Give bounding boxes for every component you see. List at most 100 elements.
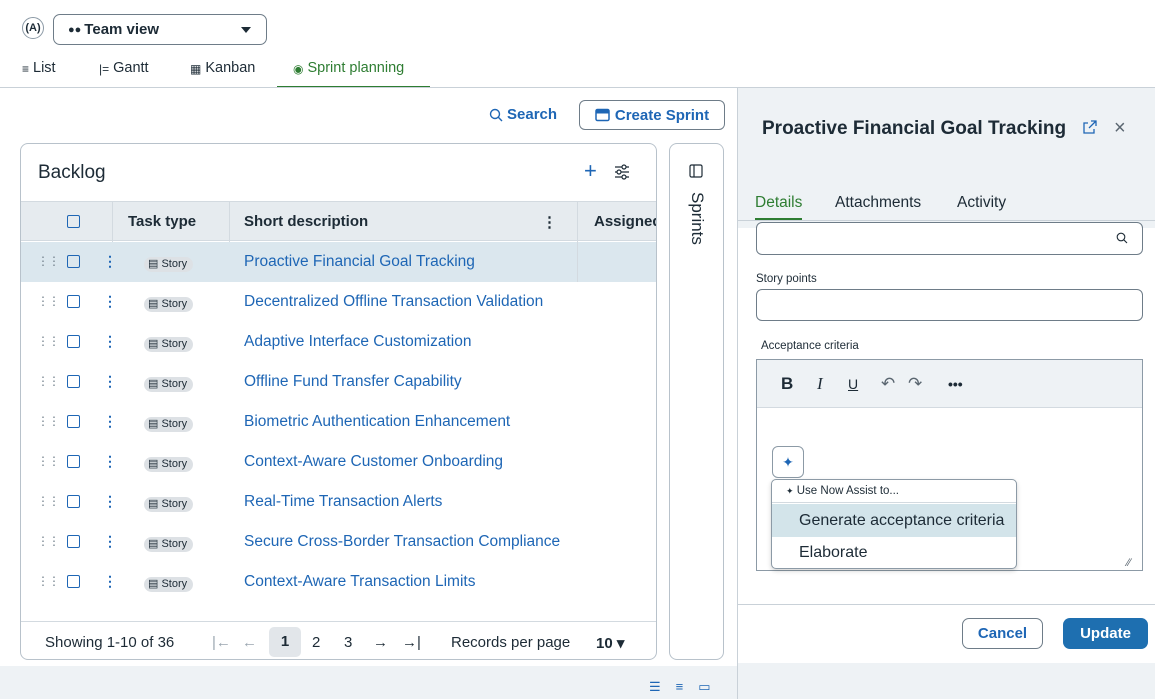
drag-handle-icon[interactable]: ⋮⋮ <box>37 494 60 508</box>
records-per-page-label: Records per page <box>451 634 571 651</box>
menu-item-generate-acceptance-criteria[interactable]: Generate acceptance criteria <box>772 504 1016 537</box>
drag-handle-icon[interactable]: ⋮⋮ <box>37 534 60 548</box>
row-checkbox[interactable] <box>67 335 80 348</box>
split-layout-icon[interactable]: ≡ <box>676 679 684 695</box>
drag-handle-icon[interactable]: ⋮⋮ <box>37 294 60 308</box>
open-in-new-icon[interactable] <box>1082 119 1098 135</box>
row-menu-icon[interactable]: ⋮ <box>103 413 117 430</box>
now-assist-button[interactable]: ✦ <box>772 446 804 478</box>
tab-activity[interactable]: Activity <box>957 194 1006 212</box>
drag-handle-icon[interactable]: ⋮⋮ <box>37 414 60 428</box>
row-checkbox[interactable] <box>67 255 80 268</box>
filter-icon[interactable] <box>614 164 630 180</box>
drag-handle-icon[interactable]: ⋮⋮ <box>37 334 60 348</box>
column-header-task-type[interactable]: Task type <box>128 213 196 230</box>
column-header-short-description[interactable]: Short description <box>244 213 368 230</box>
underline-button[interactable]: U <box>848 376 858 392</box>
table-row[interactable]: ⋮⋮ ⋮ ▤ Story Secure Cross-Border Transactio… <box>21 522 656 562</box>
row-checkbox[interactable] <box>67 575 80 588</box>
story-points-input[interactable] <box>756 289 1143 321</box>
redo-button[interactable]: ↷ <box>908 374 922 394</box>
search-button[interactable]: Search <box>489 106 557 123</box>
tab-gantt[interactable]: |= Gantt <box>99 60 149 88</box>
short-description-link[interactable]: Biometric Authentication Enhancement <box>244 413 510 431</box>
row-checkbox[interactable] <box>67 375 80 388</box>
short-description-link[interactable]: Decentralized Offline Transaction Valida… <box>244 293 543 311</box>
list-layout-icon[interactable]: ☰ <box>649 679 661 695</box>
page-2[interactable]: 2 <box>312 634 320 651</box>
tab-details[interactable]: Details <box>755 194 803 220</box>
next-page-icon[interactable]: → <box>373 634 388 651</box>
short-description-link[interactable]: Real-Time Transaction Alerts <box>244 493 442 511</box>
first-page-icon[interactable]: |← <box>212 634 231 651</box>
task-type-badge: ▤ Story <box>144 417 194 432</box>
row-menu-icon[interactable]: ⋮ <box>103 453 117 470</box>
expand-panel-icon[interactable] <box>689 164 703 178</box>
italic-button[interactable]: I <box>817 374 823 394</box>
lookup-field[interactable] <box>756 222 1143 255</box>
table-row[interactable]: ⋮⋮ ⋮ ▤ Story Offline Fund Transfer Capabili… <box>21 362 656 402</box>
short-description-link[interactable]: Secure Cross-Border Transaction Complian… <box>244 533 560 551</box>
row-menu-icon[interactable]: ⋮ <box>103 253 117 270</box>
row-menu-icon[interactable]: ⋮ <box>103 293 117 310</box>
row-checkbox[interactable] <box>67 495 80 508</box>
row-checkbox[interactable] <box>67 415 80 428</box>
table-row[interactable]: ⋮⋮ ⋮ ▤ Story Adaptive Interface Customizati… <box>21 322 656 362</box>
book-icon: ▤ <box>148 498 159 510</box>
prev-page-icon[interactable]: ← <box>242 634 257 651</box>
drag-handle-icon[interactable]: ⋮⋮ <box>37 574 60 588</box>
create-sprint-button[interactable]: Create Sprint <box>579 100 725 130</box>
view-icon[interactable]: (A) <box>22 17 44 39</box>
drag-handle-icon[interactable]: ⋮⋮ <box>37 454 60 468</box>
row-checkbox[interactable] <box>67 535 80 548</box>
row-menu-icon[interactable]: ⋮ <box>103 573 117 590</box>
tab-sprint-planning[interactable]: ◉ Sprint planning <box>277 60 430 88</box>
short-description-link[interactable]: Adaptive Interface Customization <box>244 333 471 351</box>
sprints-panel[interactable]: Sprints <box>669 143 724 660</box>
update-button[interactable]: Update <box>1063 618 1148 649</box>
table-row[interactable]: ⋮⋮ ⋮ ▤ Story Context-Aware Customer Onboard… <box>21 442 656 482</box>
table-row[interactable]: ⋮⋮ ⋮ ▤ Story Real-Time Transaction Alerts <box>21 482 656 522</box>
table-row[interactable]: ⋮⋮ ⋮ ▤ Story Proactive Financial Goal Track… <box>21 242 656 282</box>
short-description-link[interactable]: Proactive Financial Goal Tracking <box>244 253 475 271</box>
row-checkbox[interactable] <box>67 295 80 308</box>
page-3[interactable]: 3 <box>344 634 352 651</box>
row-menu-icon[interactable]: ⋮ <box>103 493 117 510</box>
editor-toolbar: B I U ↶ ↷ ••• <box>757 360 1142 408</box>
undo-button[interactable]: ↶ <box>881 374 895 394</box>
drag-handle-icon[interactable]: ⋮⋮ <box>37 254 60 268</box>
short-description-link[interactable]: Context-Aware Customer Onboarding <box>244 453 503 471</box>
tab-list[interactable]: ≡ List <box>22 60 56 88</box>
resize-handle-icon[interactable]: ∕∕ <box>1127 557 1131 569</box>
pagination: Showing 1-10 of 36 |← ← 1 2 3 → →| Recor… <box>21 621 656 659</box>
more-tools-button[interactable]: ••• <box>948 376 963 392</box>
table-header: Task type Short description ⋮ Assigned <box>21 201 656 242</box>
row-menu-icon[interactable]: ⋮ <box>103 373 117 390</box>
team-view-select[interactable]: ●● Team view <box>53 14 267 45</box>
close-icon[interactable]: × <box>1114 117 1126 140</box>
row-menu-icon[interactable]: ⋮ <box>103 333 117 350</box>
add-icon[interactable]: + <box>584 158 597 184</box>
column-menu-icon[interactable]: ⋮ <box>542 213 557 231</box>
drag-handle-icon[interactable]: ⋮⋮ <box>37 374 60 388</box>
table-row[interactable]: ⋮⋮ ⋮ ▤ Story Biometric Authentication Enhan… <box>21 402 656 442</box>
table-row[interactable]: ⋮⋮ ⋮ ▤ Story Context-Aware Transaction Limi… <box>21 562 656 602</box>
bold-button[interactable]: B <box>781 374 793 394</box>
row-checkbox[interactable] <box>67 455 80 468</box>
tab-attachments[interactable]: Attachments <box>835 194 921 212</box>
menu-item-elaborate[interactable]: Elaborate <box>772 536 1016 568</box>
column-header-assigned[interactable]: Assigned <box>594 213 656 230</box>
last-page-icon[interactable]: →| <box>402 634 421 651</box>
page-1[interactable]: 1 <box>269 627 301 657</box>
card-layout-icon[interactable]: ▭ <box>698 679 710 695</box>
table-row[interactable]: ⋮⋮ ⋮ ▤ Story Decentralized Offline Transact… <box>21 282 656 322</box>
task-type-badge: ▤ Story <box>144 457 194 472</box>
tab-kanban[interactable]: ▦ Kanban <box>190 60 255 88</box>
select-all-checkbox[interactable] <box>67 215 80 228</box>
short-description-link[interactable]: Context-Aware Transaction Limits <box>244 573 475 591</box>
records-per-page-select[interactable]: 10 ▾ <box>596 634 624 652</box>
search-icon[interactable] <box>1116 232 1128 244</box>
row-menu-icon[interactable]: ⋮ <box>103 533 117 550</box>
cancel-button[interactable]: Cancel <box>962 618 1043 649</box>
short-description-link[interactable]: Offline Fund Transfer Capability <box>244 373 462 391</box>
